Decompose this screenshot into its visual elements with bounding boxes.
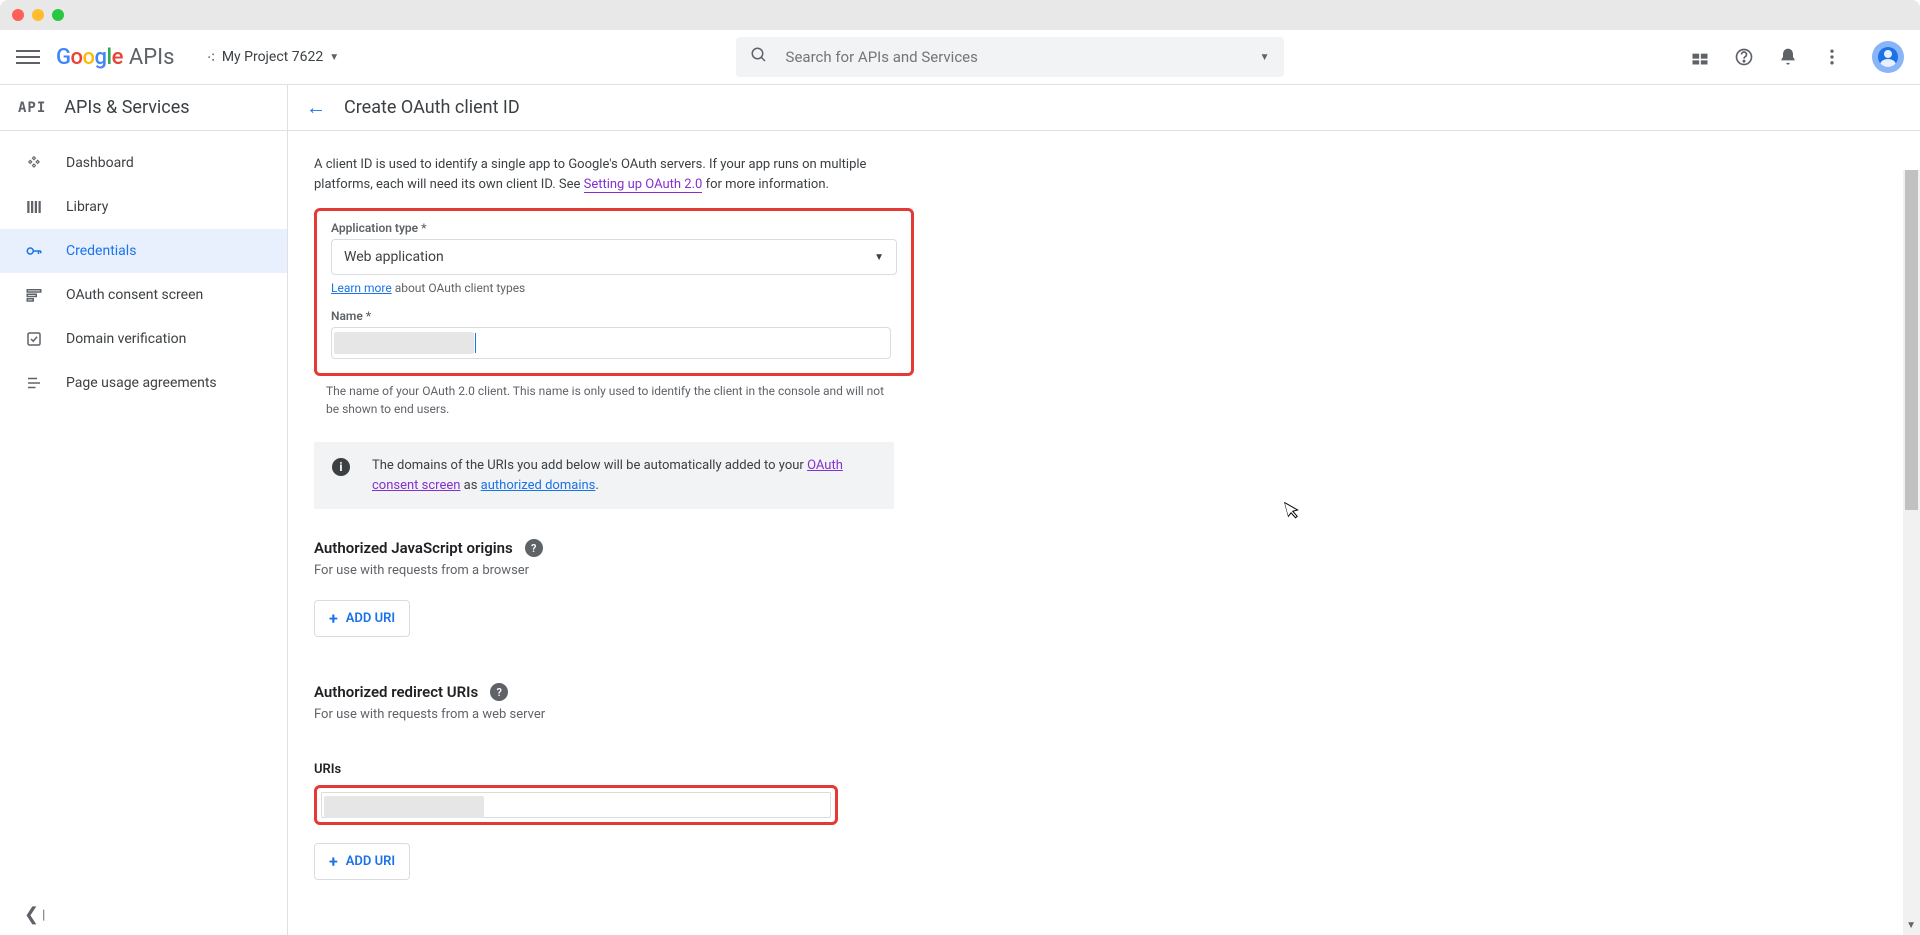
learn-more-link[interactable]: Learn more [331,281,392,295]
info-icon: i [332,458,350,476]
app-type-select[interactable]: Web application ▼ [331,239,897,275]
window-chrome [0,0,1920,30]
sidebar-heading: API APIs & Services [0,85,287,131]
info-domains-link[interactable]: authorized domains [481,478,596,493]
redacted-value [334,332,474,354]
sidebar-item-label: Credentials [66,243,136,259]
bell-icon[interactable] [1776,45,1800,69]
info-callout: i The domains of the URIs you add below … [314,442,894,509]
account-avatar[interactable] [1872,41,1904,73]
sidebar-item-domain-verification[interactable]: Domain verification [0,317,287,361]
app-type-label: Application type * [331,221,897,235]
redacted-value [324,796,484,818]
scrollbar-track[interactable]: ▼ [1903,170,1920,935]
js-origins-title: Authorized JavaScript origins [314,539,513,557]
text-cursor [475,333,476,353]
sidebar-item-label: Domain verification [66,331,186,347]
intro-link[interactable]: Setting up OAuth 2.0 [584,177,703,193]
collapse-sidebar-button[interactable]: ❮❘ [24,904,48,925]
top-icons [1688,41,1904,73]
sidebar-item-dashboard[interactable]: Dashboard [0,141,287,185]
project-name: My Project 7622 [222,49,323,65]
learn-more-line: Learn more about OAuth client types [331,281,897,295]
search-dropdown-icon[interactable]: ▼ [1260,52,1270,63]
sidebar: API APIs & Services Dashboard Library Cr… [0,85,288,935]
add-uri-label: ADD URI [346,611,395,626]
key-icon [24,242,44,260]
window-zoom-dot[interactable] [52,9,64,21]
dashboard-icon [24,154,44,172]
top-bar: Google APIs ⁖ My Project 7622 ▼ ▼ [0,30,1920,85]
highlighted-uri-input [314,785,838,825]
uri-input[interactable] [321,792,831,818]
api-icon: API [18,100,46,116]
js-origins-sub: For use with requests from a browser [314,563,1920,578]
add-uri-button-redirect[interactable]: + ADD URI [314,843,410,880]
sidebar-item-oauth-consent[interactable]: OAuth consent screen [0,273,287,317]
plus-icon: + [329,609,338,628]
window-close-dot[interactable] [12,9,24,21]
library-icon [24,198,44,216]
help-icon[interactable]: ? [490,683,508,701]
scrollbar-thumb[interactable] [1905,170,1918,510]
redirect-uris-heading: Authorized redirect URIs ? [314,683,1920,701]
info-mid: as [460,478,480,493]
info-end: . [595,478,598,493]
sidebar-item-label: Page usage agreements [66,375,217,391]
app-type-value: Web application [344,249,444,265]
page-header: ← Create OAuth client ID [288,85,1920,131]
info-text: The domains of the URIs you add below wi… [372,456,876,495]
redirect-sub: For use with requests from a web server [314,707,1920,722]
sidebar-heading-label: APIs & Services [64,97,189,118]
help-icon[interactable]: ? [525,539,543,557]
consent-icon [24,286,44,304]
name-label: Name * [331,309,897,323]
highlighted-form-section: Application type * Web application ▼ Lea… [314,208,914,376]
help-icon[interactable] [1732,45,1756,69]
google-apis-logo[interactable]: Google APIs [56,45,174,70]
name-helper-text: The name of your OAuth 2.0 client. This … [326,382,886,418]
name-input[interactable] [331,327,891,359]
js-origins-heading: Authorized JavaScript origins ? [314,539,1920,557]
back-arrow-icon[interactable]: ← [306,95,326,120]
hamburger-icon[interactable] [16,45,40,69]
project-selector[interactable]: ⁖ My Project 7622 ▼ [198,42,347,73]
sidebar-item-page-usage[interactable]: Page usage agreements [0,361,287,405]
scroll-down-arrow-icon[interactable]: ▼ [1906,920,1916,931]
search-box[interactable]: ▼ [736,37,1284,77]
search-icon [750,46,768,68]
sidebar-item-label: Library [66,199,108,215]
add-uri-button-js[interactable]: + ADD URI [314,600,410,637]
window-minimize-dot[interactable] [32,9,44,21]
info-prefix: The domains of the URIs you add below wi… [372,458,807,473]
plus-icon: + [329,852,338,871]
intro-suffix: for more information. [702,177,829,192]
learn-more-suffix: about OAuth client types [392,281,526,295]
sidebar-item-credentials[interactable]: Credentials [0,229,287,273]
project-dots-icon: ⁖ [206,48,215,67]
apis-label: APIs [129,45,175,70]
more-vert-icon[interactable] [1820,45,1844,69]
google-logo: Google [56,45,123,70]
intro-text: A client ID is used to identify a single… [314,155,894,194]
main-content: ← Create OAuth client ID A client ID is … [288,85,1920,935]
chevron-down-icon: ▼ [329,52,339,63]
verify-icon [24,330,44,348]
gift-icon[interactable] [1688,45,1712,69]
sidebar-item-label: Dashboard [66,155,134,171]
page-title: Create OAuth client ID [344,97,520,118]
redirect-title: Authorized redirect URIs [314,683,478,701]
sidebar-item-library[interactable]: Library [0,185,287,229]
agreements-icon [24,374,44,392]
add-uri-label: ADD URI [346,854,395,869]
sidebar-item-label: OAuth consent screen [66,287,203,303]
search-input[interactable] [786,48,1260,66]
chevron-down-icon: ▼ [874,252,884,263]
uris-label: URIs [314,762,1920,777]
